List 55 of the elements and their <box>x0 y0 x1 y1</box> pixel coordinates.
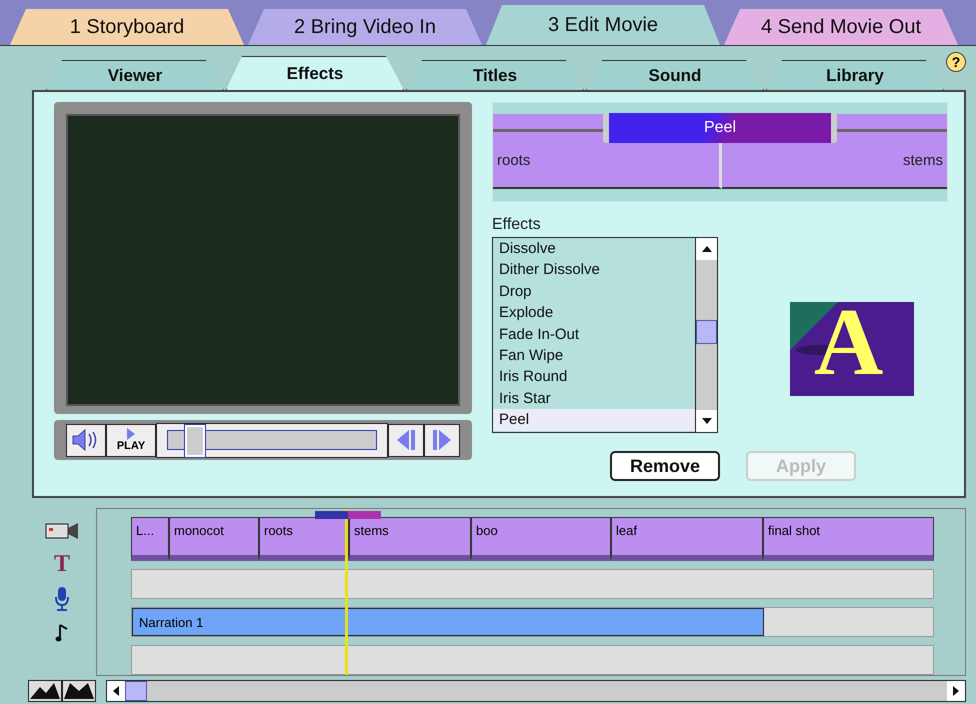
next-icon[interactable] <box>424 424 460 456</box>
video-clip[interactable]: final shot <box>763 517 934 561</box>
up-arrow-icon <box>702 246 712 252</box>
clip-label: roots <box>497 152 530 169</box>
video-clip[interactable]: leaf <box>611 517 763 561</box>
video-clip[interactable]: stems <box>349 517 471 561</box>
title-track-icon: T <box>54 552 70 576</box>
effect-item[interactable]: Peel <box>493 409 695 431</box>
scrub-thumb[interactable] <box>184 425 205 457</box>
video-clip[interactable]: monocot <box>169 517 259 561</box>
zoom-in-icon[interactable] <box>62 680 96 702</box>
effect-item[interactable]: Iris Round <box>493 366 695 388</box>
sub-tab[interactable]: Effects <box>226 56 404 90</box>
music-note-icon <box>55 622 69 644</box>
play-icon <box>126 428 136 440</box>
effects-label: Effects <box>492 216 542 234</box>
volume-icon[interactable] <box>66 424 106 456</box>
sub-tab[interactable]: Library <box>766 60 944 90</box>
right-arrow-icon <box>953 686 959 696</box>
video-clip[interactable]: roots <box>259 517 349 561</box>
effect-item[interactable]: Dither Dissolve <box>493 259 695 281</box>
playhead[interactable] <box>345 509 348 675</box>
video-clip[interactable]: L... <box>131 517 169 561</box>
audio-clip[interactable]: Narration 1 <box>132 608 764 636</box>
main-tab[interactable]: 2 Bring Video In <box>248 9 482 45</box>
previous-icon[interactable] <box>388 424 424 456</box>
scrollbar[interactable] <box>695 238 717 432</box>
effect-item[interactable]: Drop <box>493 280 695 302</box>
zoom-out-icon[interactable] <box>28 680 62 702</box>
action-button[interactable]: Remove <box>610 451 720 481</box>
down-arrow-icon <box>702 418 712 424</box>
effect-item[interactable]: Iris Star <box>493 388 695 410</box>
main-tab[interactable]: 3 Edit Movie <box>486 5 720 45</box>
main-tab[interactable]: 4 Send Movie Out <box>724 9 958 45</box>
transition-bar[interactable]: Peel <box>603 113 837 143</box>
main-tab[interactable]: 1 Storyboard <box>10 9 244 45</box>
sub-tab[interactable]: Titles <box>406 60 584 90</box>
sub-tab[interactable]: Viewer <box>46 60 224 90</box>
effect-item[interactable]: Fade In-Out <box>493 324 695 345</box>
effect-preview: A <box>790 302 914 396</box>
effect-item[interactable]: Dissolve <box>493 238 695 260</box>
clip-label: stems <box>902 152 943 169</box>
video-clip[interactable]: boo <box>471 517 611 561</box>
scroll-thumb[interactable] <box>696 320 717 344</box>
microphone-icon <box>54 586 70 612</box>
play-button[interactable]: PLAY <box>106 424 156 456</box>
horizontal-scrollbar[interactable] <box>106 680 966 702</box>
scroll-thumb[interactable] <box>125 681 147 701</box>
transition-marker <box>315 511 381 519</box>
left-arrow-icon <box>113 686 119 696</box>
video-camera-icon <box>44 520 80 542</box>
help-icon[interactable]: ? <box>946 52 966 72</box>
effect-item[interactable]: Explode <box>493 302 695 324</box>
effect-item[interactable]: Fan Wipe <box>493 344 695 366</box>
sub-tab[interactable]: Sound <box>586 60 764 90</box>
